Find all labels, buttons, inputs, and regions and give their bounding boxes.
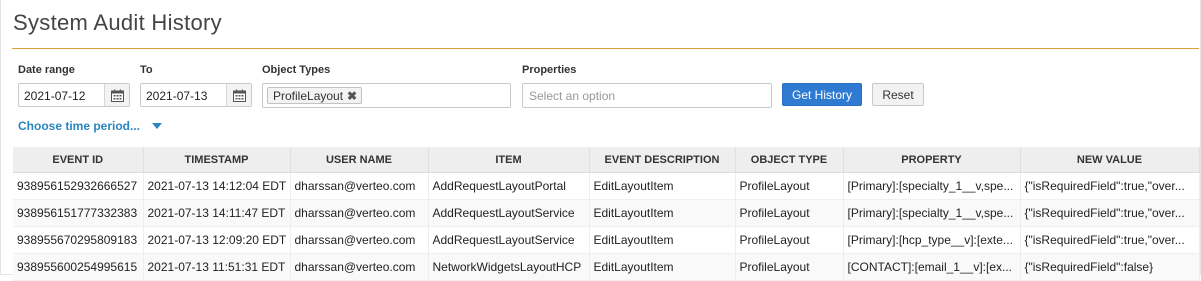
time-period-label: Choose time period... [18, 119, 141, 133]
cell-new-value: {"isRequiredField":false} [1020, 253, 1200, 281]
reset-button[interactable]: Reset [872, 83, 924, 106]
cell-item: AddRequestLayoutPortal [428, 172, 590, 200]
properties-placeholder: Select an option [529, 89, 616, 103]
cell-event-description: EditLayoutItem [589, 199, 736, 227]
cell-event-description: EditLayoutItem [589, 172, 736, 200]
date-to-value: 2021-07-13 [146, 89, 208, 103]
cell-event-id: 938955600254995615 [13, 253, 144, 281]
object-types-select[interactable]: ProfileLayout ✖ [262, 83, 511, 108]
cell-timestamp: 2021-07-13 14:11:47 EDT [143, 199, 291, 227]
properties-select[interactable]: Select an option [522, 83, 772, 108]
cell-item: NetworkWidgetsLayoutHCP [428, 253, 590, 281]
cell-item: AddRequestLayoutService [428, 226, 590, 254]
date-to-label: To [140, 64, 153, 76]
cell-property: [Primary]:[specialty_1__v,spe... [843, 199, 1021, 227]
cell-object-type: ProfileLayout [735, 226, 844, 254]
table-row[interactable]: 938956151777332383 2021-07-13 14:11:47 E… [13, 199, 1200, 227]
column-header[interactable]: EVENT ID [13, 147, 144, 173]
remove-chip-icon[interactable]: ✖ [347, 89, 357, 103]
cell-user-name: dharssan@verteo.com [290, 172, 429, 200]
object-type-chip-label: ProfileLayout [273, 88, 344, 103]
get-history-button[interactable]: Get History [782, 83, 862, 106]
column-header[interactable]: EVENT DESCRIPTION [589, 147, 736, 173]
cell-object-type: ProfileLayout [735, 253, 844, 281]
cell-event-description: EditLayoutItem [589, 253, 736, 281]
table-row[interactable]: 938955670295809183 2021-07-13 12:09:20 E… [13, 226, 1200, 254]
column-header[interactable]: PROPERTY [843, 147, 1021, 173]
cell-item: AddRequestLayoutService [428, 199, 590, 227]
cell-user-name: dharssan@verteo.com [290, 226, 429, 254]
cell-user-name: dharssan@verteo.com [290, 253, 429, 281]
cell-event-id: 938956152932666527 [13, 172, 144, 200]
cell-object-type: ProfileLayout [735, 199, 844, 227]
title-divider [12, 48, 1199, 49]
cell-property: [Primary]:[specialty_1__v,spe... [843, 172, 1021, 200]
audit-table: EVENT ID TIMESTAMP USER NAME ITEM EVENT … [13, 147, 1200, 281]
object-type-chip: ProfileLayout ✖ [267, 87, 363, 104]
cell-new-value: {"isRequiredField":true,"over... [1020, 226, 1200, 254]
object-types-label: Object Types [262, 64, 331, 76]
column-header[interactable]: OBJECT TYPE [735, 147, 844, 173]
cell-property: [Primary]:[hcp_type__v]:[exte... [843, 226, 1021, 254]
table-header-row: EVENT ID TIMESTAMP USER NAME ITEM EVENT … [13, 147, 1200, 173]
calendar-icon[interactable] [104, 84, 129, 106]
calendar-icon[interactable] [226, 84, 251, 106]
table-row[interactable]: 938956152932666527 2021-07-13 14:12:04 E… [13, 172, 1200, 200]
cell-event-id: 938955670295809183 [13, 226, 144, 254]
date-range-label: Date range [18, 64, 75, 76]
cell-user-name: dharssan@verteo.com [290, 199, 429, 227]
column-header[interactable]: USER NAME [290, 147, 429, 173]
cell-timestamp: 2021-07-13 11:51:31 EDT [143, 253, 291, 281]
cell-new-value: {"isRequiredField":true,"over... [1020, 172, 1200, 200]
cell-event-description: EditLayoutItem [589, 226, 736, 254]
page-title: System Audit History [13, 10, 222, 35]
cell-event-id: 938956151777332383 [13, 199, 144, 227]
column-header[interactable]: TIMESTAMP [143, 147, 291, 173]
time-period-dropdown[interactable]: Choose time period... [18, 119, 163, 133]
date-from-field[interactable]: 2021-07-12 [18, 83, 130, 107]
table-row[interactable]: 938955600254995615 2021-07-13 11:51:31 E… [13, 253, 1200, 281]
chevron-down-icon [152, 123, 163, 129]
cell-object-type: ProfileLayout [735, 172, 844, 200]
date-to-field[interactable]: 2021-07-13 [140, 83, 252, 107]
column-header[interactable]: NEW VALUE [1020, 147, 1200, 173]
cell-property: [CONTACT]:[email_1__v]:[ex... [843, 253, 1021, 281]
date-from-value: 2021-07-12 [24, 89, 86, 103]
cell-timestamp: 2021-07-13 14:12:04 EDT [143, 172, 291, 200]
column-header[interactable]: ITEM [428, 147, 590, 173]
properties-label: Properties [522, 64, 577, 76]
cell-new-value: {"isRequiredField":true,"over... [1020, 199, 1200, 227]
cell-timestamp: 2021-07-13 12:09:20 EDT [143, 226, 291, 254]
